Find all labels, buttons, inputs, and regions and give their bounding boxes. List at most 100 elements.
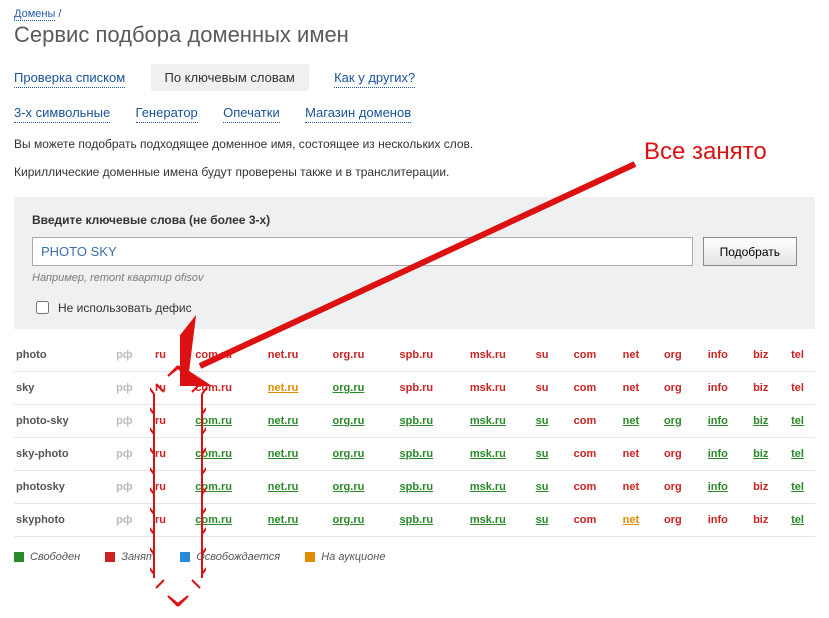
zone-cell-msk-ru[interactable]: msk.ru xyxy=(451,405,525,438)
legend: Свободен Занят Освобождается На аукционе xyxy=(14,551,815,565)
tab-others[interactable]: Как у других? xyxy=(334,68,415,88)
zone-cell-com: com xyxy=(559,339,610,372)
no-hyphen-checkbox[interactable] xyxy=(36,301,49,314)
table-row: skyрфrucom.runet.ruorg.ruspb.rumsk.rusuc… xyxy=(14,372,815,405)
zone-cell-net[interactable]: net xyxy=(610,405,651,438)
zone-cell-com-ru[interactable]: com.ru xyxy=(176,471,251,504)
search-hint: Например, remont квартир ofisov xyxy=(32,272,797,284)
zone-cell-рф: рф xyxy=(104,339,145,372)
zone-cell-tel: tel xyxy=(780,372,815,405)
zone-cell-org-ru[interactable]: org.ru xyxy=(315,372,381,405)
zone-cell-net-ru[interactable]: net.ru xyxy=(251,438,315,471)
zone-cell-ru: ru xyxy=(145,405,177,438)
zone-cell-com-ru: com.ru xyxy=(176,339,251,372)
zone-cell-org-ru[interactable]: org.ru xyxy=(315,405,381,438)
submit-button[interactable]: Подобрать xyxy=(703,237,797,266)
zone-cell-su[interactable]: su xyxy=(525,438,560,471)
zone-cell-su[interactable]: su xyxy=(525,405,560,438)
zone-cell-ru: ru xyxy=(145,339,177,372)
zone-cell-su: su xyxy=(525,372,560,405)
no-hyphen-option[interactable]: Не использовать дефис xyxy=(32,298,797,317)
table-row: photoskyрфrucom.runet.ruorg.ruspb.rumsk.… xyxy=(14,471,815,504)
zone-cell-msk-ru: msk.ru xyxy=(451,339,525,372)
zone-cell-org: org xyxy=(651,504,694,537)
tab-generator[interactable]: Генератор xyxy=(136,103,198,123)
domain-name-cell: sky-photo xyxy=(14,438,104,471)
table-row: sky-photoрфrucom.runet.ruorg.ruspb.rumsk… xyxy=(14,438,815,471)
zone-cell-net-ru[interactable]: net.ru xyxy=(251,471,315,504)
zone-cell-org-ru: org.ru xyxy=(315,339,381,372)
zone-cell-spb-ru: spb.ru xyxy=(382,339,451,372)
description-2: Кириллические доменные имена будут прове… xyxy=(14,165,815,179)
zone-cell-com-ru[interactable]: com.ru xyxy=(176,438,251,471)
tab-shop[interactable]: Магазин доменов xyxy=(305,103,411,123)
zone-cell-net: net xyxy=(610,339,651,372)
zone-cell-spb-ru[interactable]: spb.ru xyxy=(382,438,451,471)
zone-cell-biz: biz xyxy=(741,471,780,504)
zone-cell-рф: рф xyxy=(104,504,145,537)
zone-cell-info[interactable]: info xyxy=(694,405,741,438)
breadcrumb: Домены / xyxy=(14,8,815,20)
zone-cell-рф: рф xyxy=(104,405,145,438)
zone-cell-tel[interactable]: tel xyxy=(780,438,815,471)
zone-cell-info: info xyxy=(694,372,741,405)
zone-cell-com: com xyxy=(559,504,610,537)
zone-cell-ru: ru xyxy=(145,372,177,405)
tab-three-char[interactable]: 3-х символьные xyxy=(14,103,110,123)
zone-cell-biz[interactable]: biz xyxy=(741,405,780,438)
zone-cell-net-ru[interactable]: net.ru xyxy=(251,405,315,438)
zone-cell-org: org xyxy=(651,372,694,405)
domain-name-cell: photo-sky xyxy=(14,405,104,438)
zone-cell-net: net xyxy=(610,372,651,405)
zone-cell-tel[interactable]: tel xyxy=(780,504,815,537)
zone-cell-org: org xyxy=(651,471,694,504)
legend-auction: На аукционе xyxy=(305,551,385,563)
domain-name-cell: skyphoto xyxy=(14,504,104,537)
zone-cell-msk-ru[interactable]: msk.ru xyxy=(451,504,525,537)
zone-cell-tel[interactable]: tel xyxy=(780,471,815,504)
zone-cell-org-ru[interactable]: org.ru xyxy=(315,471,381,504)
zone-cell-com-ru[interactable]: com.ru xyxy=(176,405,251,438)
description-1: Вы можете подобрать подходящее доменное … xyxy=(14,137,815,151)
zone-cell-com: com xyxy=(559,471,610,504)
zone-cell-org: org xyxy=(651,438,694,471)
zone-cell-net: net xyxy=(610,438,651,471)
zone-cell-msk-ru: msk.ru xyxy=(451,372,525,405)
zone-cell-biz[interactable]: biz xyxy=(741,438,780,471)
zone-cell-spb-ru[interactable]: spb.ru xyxy=(382,405,451,438)
zone-cell-com: com xyxy=(559,405,610,438)
zone-cell-ru: ru xyxy=(145,471,177,504)
zone-cell-org-ru[interactable]: org.ru xyxy=(315,504,381,537)
zone-cell-org-ru[interactable]: org.ru xyxy=(315,438,381,471)
zone-cell-info: info xyxy=(694,504,741,537)
zone-cell-org: org xyxy=(651,339,694,372)
zone-cell-spb-ru[interactable]: spb.ru xyxy=(382,504,451,537)
zone-cell-рф: рф xyxy=(104,471,145,504)
zone-cell-su[interactable]: su xyxy=(525,471,560,504)
zone-cell-spb-ru[interactable]: spb.ru xyxy=(382,471,451,504)
zone-cell-org[interactable]: org xyxy=(651,405,694,438)
zone-cell-net: net xyxy=(610,471,651,504)
zone-cell-info: info xyxy=(694,339,741,372)
zone-cell-info[interactable]: info xyxy=(694,471,741,504)
tab-keywords[interactable]: По ключевым словам xyxy=(151,64,309,91)
zone-cell-msk-ru[interactable]: msk.ru xyxy=(451,438,525,471)
zone-cell-tel[interactable]: tel xyxy=(780,405,815,438)
zone-cell-info[interactable]: info xyxy=(694,438,741,471)
tabs-secondary: 3-х символьные Генератор Опечатки Магази… xyxy=(14,103,815,123)
zone-cell-tel: tel xyxy=(780,339,815,372)
zone-cell-msk-ru[interactable]: msk.ru xyxy=(451,471,525,504)
tab-list[interactable]: Проверка списком xyxy=(14,68,125,88)
zone-cell-com-ru: com.ru xyxy=(176,372,251,405)
zone-cell-com-ru[interactable]: com.ru xyxy=(176,504,251,537)
zone-cell-net-ru: net.ru xyxy=(251,339,315,372)
breadcrumb-root[interactable]: Домены xyxy=(14,8,55,21)
zone-cell-net[interactable]: net xyxy=(610,504,651,537)
zone-cell-ru: ru xyxy=(145,504,177,537)
keywords-input[interactable] xyxy=(32,237,693,266)
zone-cell-рф: рф xyxy=(104,438,145,471)
zone-cell-net-ru[interactable]: net.ru xyxy=(251,504,315,537)
tab-typos[interactable]: Опечатки xyxy=(223,103,280,123)
zone-cell-net-ru[interactable]: net.ru xyxy=(251,372,315,405)
zone-cell-su[interactable]: su xyxy=(525,504,560,537)
